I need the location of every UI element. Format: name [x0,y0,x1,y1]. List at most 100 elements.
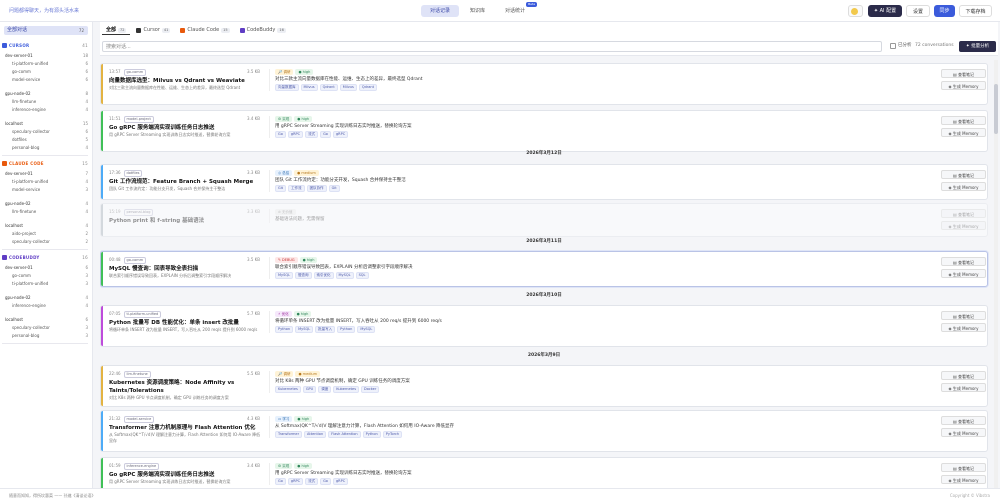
view-note-button[interactable]: ▤ 查看笔记 [941,170,986,179]
card-tag-chip[interactable]: Transformer [275,431,303,438]
card-title[interactable]: 向量数据库选型：Milvus vs Qdrant vs Weaviate [109,77,261,85]
sidebar-item-speculary-collector[interactable]: speculary-collector 2 [12,238,88,246]
card-project-tag[interactable]: ti-platform-unified [123,311,162,318]
card-tag-chip[interactable]: Kubernetes [275,386,301,393]
sidebar-item-ti-platform-unified[interactable]: ti-platform-unified 6 [12,60,88,68]
card-project-tag[interactable]: inference-engine [123,463,160,470]
analyzed-checkbox[interactable] [890,43,896,49]
card-tag-chip[interactable]: MySQL [275,272,294,279]
sidebar-item-dotfiles[interactable]: dotfiles 5 [12,136,88,144]
sidebar-item-model-service[interactable]: model-service 3 [12,186,88,194]
conversation-card[interactable]: 00:48 go-comm MySQL 慢查询：回表导致全表扫描 联合索引顺序错误导致… [100,251,988,287]
card-tag-chip[interactable]: 工作流 [288,185,305,192]
card-title[interactable]: Go gRPC 服务端流实现训练任务日志推送 [109,471,261,479]
sidebar-host[interactable]: gpu-node-02 8 [5,90,88,98]
card-title[interactable]: Go gRPC 服务端流实现训练任务日志推送 [109,124,261,132]
card-tag-chip[interactable]: Milvus [300,84,318,91]
card-tag-chip[interactable]: 向量数据库 [275,84,299,91]
conversation-card[interactable]: 22:46 llm-finetune Kubernetes 资源调度策略：Node … [100,365,988,407]
filter-tab-0[interactable]: 全部 72 [102,26,131,35]
card-tag-chip[interactable]: Qdrant [319,84,338,91]
sidebar-group-2[interactable]: CODEBUDDY 16 [2,254,88,262]
card-tag-chip[interactable]: Docker [361,386,380,393]
sidebar-group-1[interactable]: CLAUDE CODE 15 [2,160,88,168]
card-tag-chip[interactable]: 流式 [305,478,319,485]
sidebar-host[interactable]: localhost 15 [5,120,88,128]
card-tag-chip[interactable]: MySQL [295,326,314,333]
generate-memory-button[interactable]: ◈ 生成 Memory [941,323,986,332]
card-tag-chip[interactable]: Qdrant [358,84,377,91]
settings-button[interactable]: 设置 [906,5,930,17]
sidebar-item-speculary-collector[interactable]: speculary-collector 6 [12,128,88,136]
card-tag-chip[interactable]: 慢查询 [295,272,312,279]
sidebar-host[interactable]: localhost 4 [5,222,88,230]
card-tag-chip[interactable]: Flash Attention [328,431,361,438]
nav-tab-2[interactable]: 对话统计 Beta [496,2,538,17]
view-note-button[interactable]: ▤ 查看笔记 [941,371,986,380]
sidebar-host[interactable]: dev-server-01 6 [5,264,88,272]
nav-tab-0[interactable]: 对话记录 [421,5,460,17]
card-tag-chip[interactable]: Git [275,185,287,192]
card-tag-chip[interactable]: Go [275,478,286,485]
card-project-tag[interactable]: go-comm [123,257,147,264]
card-tag-chip[interactable]: Python [362,431,381,438]
card-tag-chip[interactable]: Go [275,131,286,138]
card-project-tag[interactable]: model-project [123,116,154,123]
download-archive-button[interactable]: 下载存档 [959,5,992,17]
card-tag-chip[interactable]: Go [320,131,331,138]
filter-tab-1[interactable]: Cursor 41 [132,26,174,35]
card-title[interactable]: Transformer 注意力机制原理与 Flash Attention 优化 [109,424,261,432]
card-title[interactable]: Kubernetes 资源调度策略：Node Affinity vs Taint… [109,379,261,395]
conversation-card[interactable]: 13:57 go-comm 向量数据库选型：Milvus vs Qdrant vs … [100,63,988,105]
view-note-button[interactable]: ▤ 查看笔记 [941,257,986,266]
sidebar-item-inference-engine[interactable]: inference-engine 4 [12,302,88,310]
sync-button[interactable]: 同步 [934,5,955,17]
sidebar-item-ti-platform-unified[interactable]: ti-platform-unified 3 [12,280,88,288]
view-note-button[interactable]: ▤ 查看笔记 [941,209,986,218]
card-title[interactable]: Python print 和 f-string 基础语法 [109,217,261,225]
sidebar-host[interactable]: localhost 6 [5,316,88,324]
sidebar-host[interactable]: dev-server-01 18 [5,52,88,60]
conversation-card[interactable]: 21:32 model-service Transformer 注意力机制原理与 F… [100,410,988,452]
conversation-card[interactable]: 17:36 dotfiles Git 工作流规范：Feature Branch + … [100,164,988,200]
card-tag-chip[interactable]: Milvus [339,84,357,91]
sidebar-item-model-service[interactable]: model-service 6 [12,76,88,84]
view-note-button[interactable]: ▤ 查看笔记 [941,116,986,125]
generate-memory-button[interactable]: ◈ 生成 Memory [941,475,986,484]
card-tag-chip[interactable]: Python [275,326,294,333]
sidebar-item-speculary-collector[interactable]: speculary-collector 3 [12,324,88,332]
card-tag-chip[interactable]: 索引优化 [313,272,334,279]
card-tag-chip[interactable]: 团队协作 [306,185,327,192]
view-note-button[interactable]: ▤ 查看笔记 [941,416,986,425]
card-project-tag[interactable]: model-service [123,416,155,423]
sidebar-item-ti-platform-unified[interactable]: ti-platform-unified 4 [12,178,88,186]
card-tag-chip[interactable]: Git [328,185,340,192]
theme-toggle[interactable] [848,5,863,17]
sidebar-host[interactable]: dev-server-01 7 [5,170,88,178]
sidebar-item-llm-finetune[interactable]: llm-finetune 4 [12,98,88,106]
bulk-analyze-button[interactable]: ✦ 批量分析 [959,41,996,52]
card-tag-chip[interactable]: gRPC [332,131,349,138]
sidebar-group-0[interactable]: CURSOR 41 [2,42,88,50]
card-tag-chip[interactable]: gRPC [287,478,304,485]
card-tag-chip[interactable]: 调度 [318,386,332,393]
sidebar-item-go-comm[interactable]: go-comm 3 [12,272,88,280]
generate-memory-button[interactable]: ◈ 生成 Memory [941,269,986,278]
card-title[interactable]: MySQL 慢查询：回表导致全表扫描 [109,265,261,273]
card-tag-chip[interactable]: Kubernetes [333,386,360,393]
ai-config-button[interactable]: ✦ AI 配置 [868,5,902,17]
generate-memory-button[interactable]: ◈ 生成 Memory [941,428,986,437]
card-tag-chip[interactable]: Attention [304,431,327,438]
card-title[interactable]: Git 工作流规范：Feature Branch + Squash Merge [109,178,261,186]
generate-memory-button[interactable]: ◈ 生成 Memory [941,383,986,392]
conversation-card[interactable]: 07:05 ti-platform-unified Python 批量写 DB 性能… [100,305,988,347]
card-project-tag[interactable]: go-comm [123,69,147,76]
search-input[interactable]: 搜索对话... [102,41,882,52]
sidebar-item-llm-finetune[interactable]: llm-finetune 4 [12,208,88,216]
sidebar-item-all[interactable]: 全部对话 72 [4,26,88,35]
sidebar-host[interactable]: gpu-node-02 4 [5,294,88,302]
sidebar-host[interactable]: gpu-node-02 4 [5,200,88,208]
card-project-tag[interactable]: llm-finetune [123,371,151,378]
generate-memory-button[interactable]: ◈ 生成 Memory [941,182,986,191]
card-tag-chip[interactable]: 流式 [305,131,319,138]
